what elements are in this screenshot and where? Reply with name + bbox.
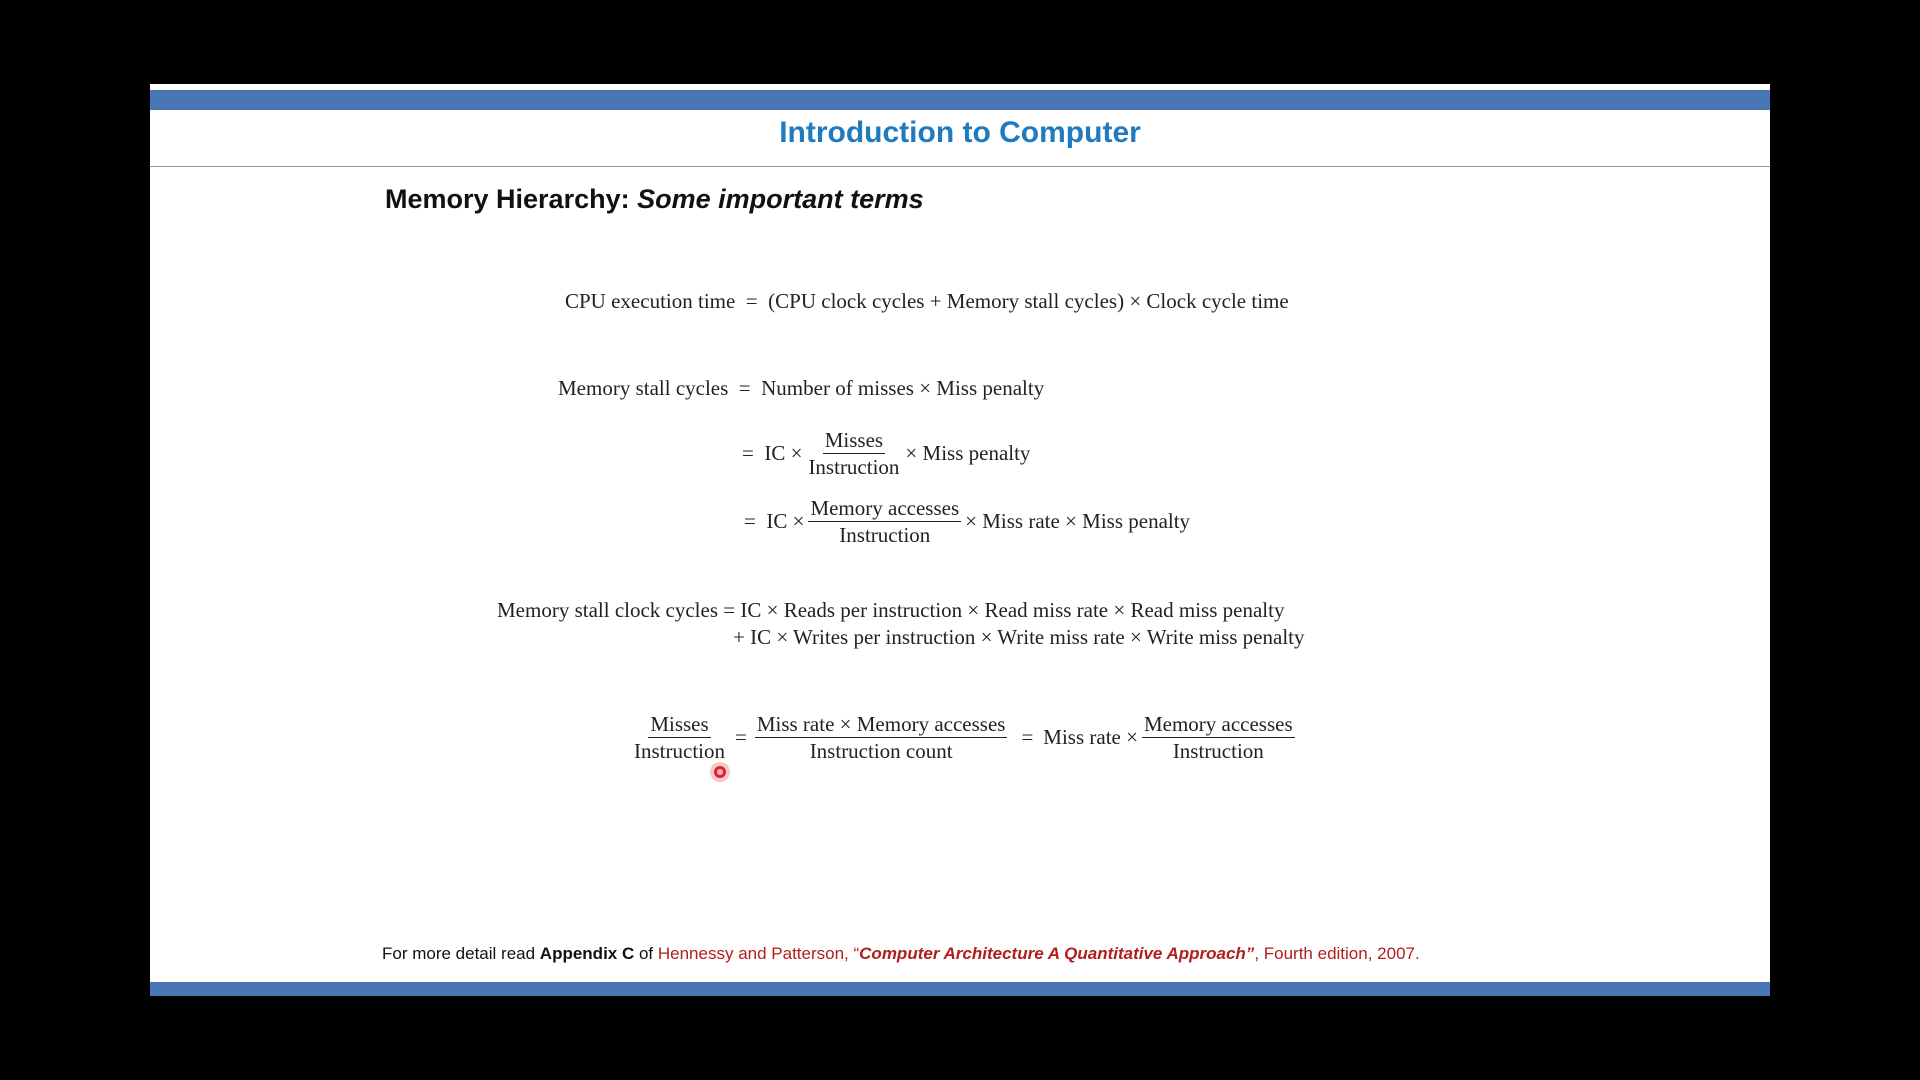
equation-memory-stall-clock-cycles: Memory stall clock cycles = IC × Reads p…	[497, 598, 1284, 623]
fraction-accesses-per-instruction: Memory accesses Instruction	[1141, 712, 1295, 764]
bottom-banner-bar	[150, 982, 1770, 996]
slide: Introduction to Computer Memory Hierarch…	[150, 84, 1770, 996]
equation-text: CPU execution time = (CPU clock cycles +…	[565, 289, 1289, 313]
footer-text: For more detail read	[382, 944, 540, 963]
fraction-numerator: Memory accesses	[808, 496, 962, 523]
equation-prefix: = IC ×	[742, 441, 803, 466]
fraction-numerator: Misses	[648, 712, 711, 739]
footer-text: of	[634, 944, 658, 963]
equals-sign: =	[734, 725, 747, 750]
equation-prefix: = IC ×	[744, 509, 805, 534]
fraction-denominator: Instruction	[634, 739, 725, 764]
miss-rate-term: Miss rate ×	[1043, 725, 1138, 750]
equation-memory-stall-line2: = IC × Misses Instruction × Miss penalty	[742, 428, 1030, 479]
fraction-numerator: Misses	[822, 428, 886, 455]
slide-subtitle: Memory Hierarchy: Some important terms	[385, 184, 924, 215]
reference-footer: For more detail read Appendix C of Henne…	[382, 944, 1420, 964]
equation-cpu-execution-time: CPU execution time = (CPU clock cycles +…	[565, 289, 1289, 314]
equation-suffix: × Miss rate × Miss penalty	[965, 509, 1191, 534]
slide-title: Introduction to Computer	[779, 116, 1141, 149]
fraction-misses-per-instruction: Misses Instruction	[806, 428, 901, 479]
fraction-numerator: Memory accesses	[1141, 712, 1295, 739]
title-divider	[150, 166, 1770, 167]
footer-edition: , Fourth edition, 2007.	[1254, 944, 1420, 963]
equation-memory-stall-line3: = IC × Memory accesses Instruction × Mis…	[744, 496, 1190, 547]
equals-sign: =	[1021, 725, 1034, 750]
fraction-denominator: Instruction	[808, 455, 900, 480]
top-banner-bar	[150, 90, 1770, 110]
equation-lhs: Memory stall cycles = Number of misses ×…	[558, 376, 1045, 400]
subtitle-emphasis: Some important terms	[637, 184, 924, 214]
fraction-accesses-per-instruction: Memory accesses Instruction	[808, 496, 962, 548]
fraction-denominator: Instruction	[1172, 739, 1264, 764]
equation-memory-stall-clock-cycles-line2: + IC × Writes per instruction × Write mi…	[733, 625, 1305, 650]
pointer-cursor-icon	[714, 766, 726, 778]
fraction-misses-per-instruction: Misses Instruction	[632, 712, 727, 763]
subtitle-main: Memory Hierarchy:	[385, 184, 638, 214]
footer-appendix: Appendix C	[539, 944, 635, 963]
fraction-missrate-accesses-per-count: Miss rate × Memory accesses Instruction …	[754, 712, 1008, 764]
equation-line1: Memory stall clock cycles = IC × Reads p…	[497, 598, 1285, 622]
footer-authors: Hennessy and Patterson, “	[657, 944, 860, 963]
equation-line2: + IC × Writes per instruction × Write mi…	[733, 625, 1305, 649]
fraction-denominator: Instruction count	[809, 739, 953, 764]
fraction-denominator: Instruction	[839, 523, 931, 548]
equation-memory-stall-cycles: Memory stall cycles = Number of misses ×…	[558, 376, 1044, 401]
equation-misses-per-instruction: Misses Instruction = Miss rate × Memory …	[628, 712, 1299, 763]
equation-suffix: × Miss penalty	[905, 441, 1031, 466]
fraction-numerator: Miss rate × Memory accesses	[754, 712, 1008, 739]
footer-book-title: Computer Architecture A Quantitative App…	[859, 944, 1255, 963]
